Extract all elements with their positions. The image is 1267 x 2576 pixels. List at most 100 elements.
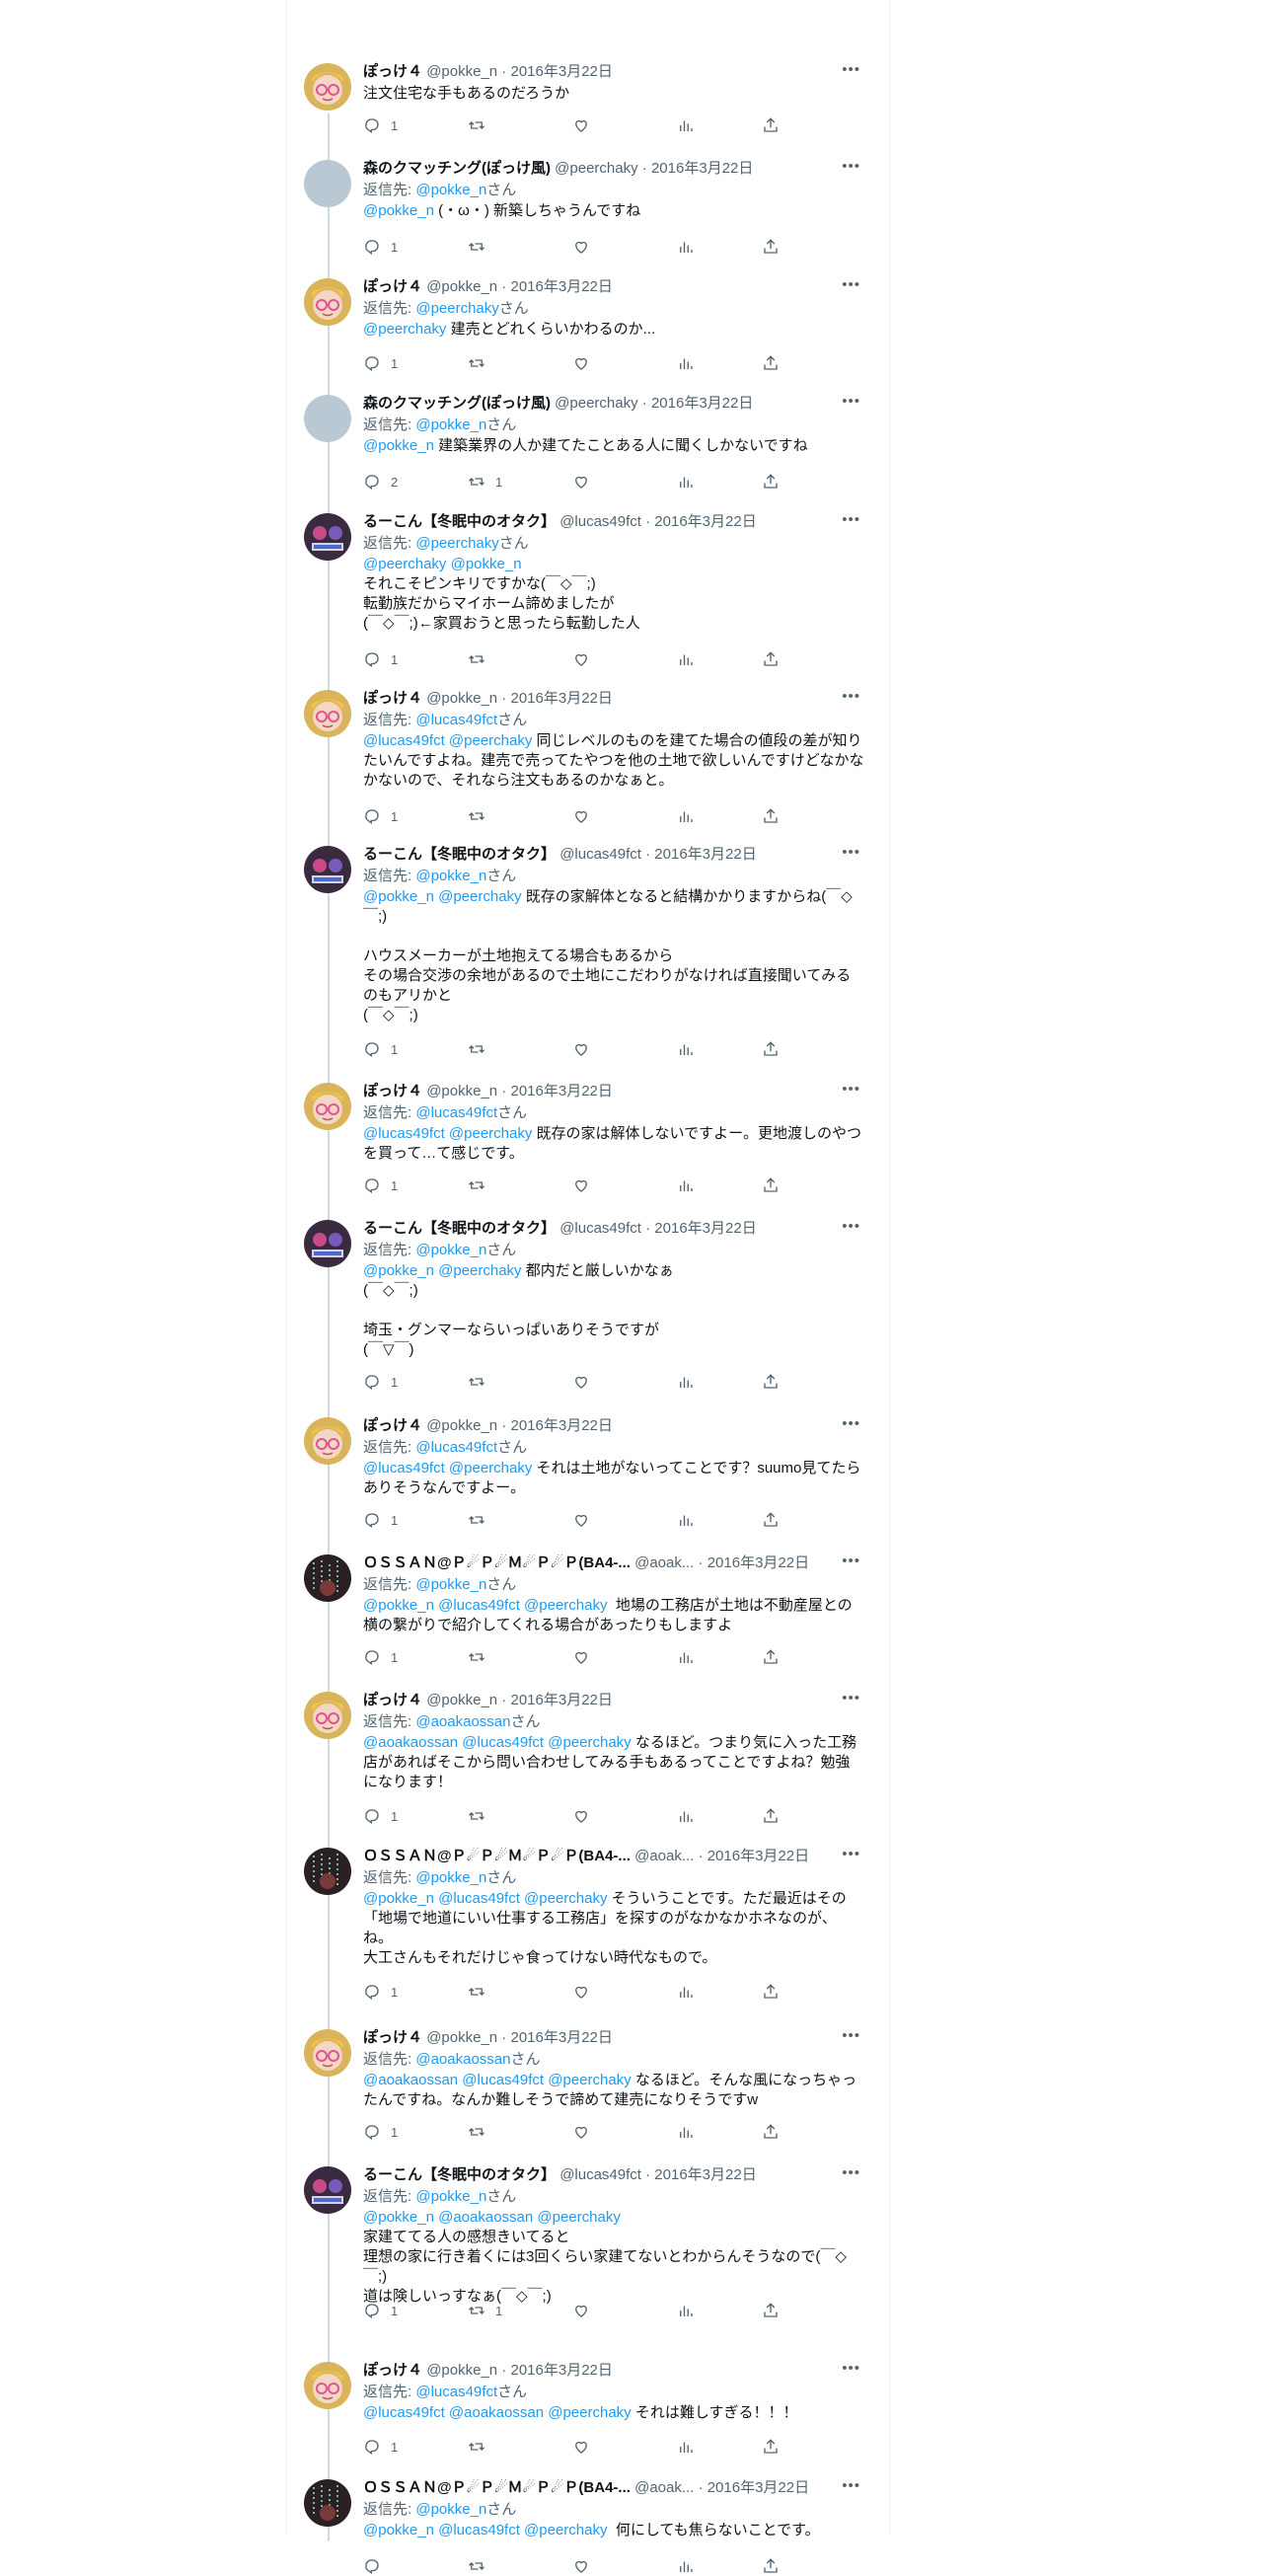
display-name[interactable]: 森のクマッチング(ぽっけ風) (363, 160, 551, 177)
like-button[interactable] (572, 1175, 600, 1195)
reply-to-user-link[interactable]: @lucas49fct (415, 2384, 497, 2400)
timestamp[interactable]: 2016年3月22日 (654, 2166, 756, 2183)
reply-to-user-link[interactable]: @aoakaossan (415, 1713, 510, 1730)
timestamp[interactable]: 2016年3月22日 (510, 1083, 612, 1099)
share-button[interactable] (762, 1806, 780, 1826)
mention-links[interactable]: @pokke_n (363, 202, 434, 219)
like-button[interactable] (572, 1372, 600, 1392)
reply-to-user-link[interactable]: @peerchaky (415, 535, 498, 552)
more-icon[interactable]: ••• (842, 2477, 860, 2494)
like-button[interactable] (572, 2437, 600, 2457)
more-icon[interactable]: ••• (842, 158, 860, 175)
more-icon[interactable]: ••• (842, 2164, 860, 2181)
more-icon[interactable]: ••• (842, 393, 860, 410)
views-button[interactable] (677, 1510, 695, 1530)
display-name[interactable]: ぽっけ４ (363, 1692, 422, 1708)
display-name[interactable]: ＯＳＳＡＮ@Ｐ☄Ｐ☄Ｍ☄Ｐ☄Ｐ(BA4-... (363, 1554, 631, 1571)
like-button[interactable] (572, 1982, 600, 2002)
timestamp[interactable]: 2016年3月22日 (654, 513, 756, 530)
timestamp[interactable]: 2016年3月22日 (651, 395, 753, 412)
mention-links[interactable]: @aoakaossan @lucas49fct @peerchaky (363, 1734, 632, 1751)
retweet-button[interactable] (468, 237, 495, 257)
display-name[interactable]: ＯＳＳＡＮ@Ｐ☄Ｐ☄Ｍ☄Ｐ☄Ｐ(BA4-... (363, 1848, 631, 1864)
like-button[interactable] (572, 115, 600, 135)
mention-links[interactable]: @lucas49fct @aoakaossan @peerchaky (363, 2404, 632, 2421)
views-button[interactable] (677, 1175, 695, 1195)
views-button[interactable] (677, 2122, 695, 2142)
reply-button[interactable]: 1 (363, 1982, 398, 2002)
reply-to-user-link[interactable]: @pokke_n (415, 417, 486, 433)
mention-links[interactable]: @lucas49fct @peerchaky (363, 732, 532, 749)
timestamp[interactable]: 2016年3月22日 (654, 846, 756, 863)
reply-to-user-link[interactable]: @pokke_n (415, 1576, 486, 1593)
retweet-button[interactable]: 1 (468, 472, 502, 492)
like-button[interactable] (572, 806, 600, 826)
display-name[interactable]: るーこん【冬眠中のオタク】 (363, 846, 556, 863)
avatar[interactable] (304, 2029, 351, 2077)
reply-button[interactable]: 1 (363, 649, 398, 669)
more-icon[interactable]: ••• (842, 844, 860, 861)
views-button[interactable] (677, 1372, 695, 1392)
mention-links[interactable]: @peerchaky (363, 321, 446, 338)
reply-to-user-link[interactable]: @pokke_n (415, 1242, 486, 1258)
reply-button[interactable] (363, 2556, 391, 2576)
avatar[interactable] (304, 1848, 351, 1895)
views-button[interactable] (677, 806, 695, 826)
share-button[interactable] (762, 2301, 780, 2320)
avatar[interactable] (304, 160, 351, 207)
retweet-button[interactable] (468, 1982, 495, 2002)
handle[interactable]: @pokke_n (426, 1417, 497, 1434)
reply-button[interactable]: 1 (363, 115, 398, 135)
more-icon[interactable]: ••• (842, 1690, 860, 1706)
like-button[interactable] (572, 2122, 600, 2142)
handle[interactable]: @aoak... (634, 1554, 694, 1571)
avatar[interactable] (304, 513, 351, 561)
timestamp[interactable]: 2016年3月22日 (510, 63, 612, 80)
handle[interactable]: @pokke_n (426, 2362, 497, 2379)
views-button[interactable] (677, 353, 695, 373)
like-button[interactable] (572, 1039, 600, 1059)
handle[interactable]: @pokke_n (426, 1083, 497, 1099)
avatar[interactable] (304, 1554, 351, 1602)
retweet-button[interactable] (468, 2122, 495, 2142)
like-button[interactable] (572, 472, 600, 492)
like-button[interactable] (572, 1510, 600, 1530)
handle[interactable]: @peerchaky (555, 160, 637, 177)
reply-button[interactable]: 1 (363, 353, 398, 373)
reply-button[interactable]: 1 (363, 1175, 398, 1195)
reply-button[interactable]: 1 (363, 2301, 398, 2320)
avatar[interactable] (304, 63, 351, 111)
mention-links[interactable]: @pokke_n @lucas49fct @peerchaky (363, 2522, 607, 2538)
retweet-button[interactable] (468, 115, 495, 135)
mention-links[interactable]: @pokke_n @peerchaky (363, 888, 522, 905)
reply-to-user-link[interactable]: @pokke_n (415, 2501, 486, 2518)
timestamp[interactable]: 2016年3月22日 (651, 160, 753, 177)
avatar[interactable] (304, 1417, 351, 1465)
retweet-button[interactable]: 1 (468, 2301, 502, 2320)
retweet-button[interactable] (468, 2437, 495, 2457)
reply-button[interactable]: 1 (363, 2437, 398, 2457)
handle[interactable]: @aoak... (634, 2479, 694, 2496)
mention-links[interactable]: @lucas49fct @peerchaky (363, 1460, 532, 1477)
avatar[interactable] (304, 1083, 351, 1130)
display-name[interactable]: 森のクマッチング(ぽっけ風) (363, 395, 551, 412)
views-button[interactable] (677, 1982, 695, 2002)
views-button[interactable] (677, 1039, 695, 1059)
timestamp[interactable]: 2016年3月22日 (510, 2362, 612, 2379)
handle[interactable]: @pokke_n (426, 1692, 497, 1708)
views-button[interactable] (677, 472, 695, 492)
display-name[interactable]: ぽっけ４ (363, 690, 422, 707)
share-button[interactable] (762, 1647, 780, 1667)
avatar[interactable] (304, 395, 351, 442)
more-icon[interactable]: ••• (842, 1218, 860, 1235)
handle[interactable]: @lucas49fct (559, 1220, 641, 1237)
share-button[interactable] (762, 472, 780, 492)
like-button[interactable] (572, 353, 600, 373)
views-button[interactable] (677, 237, 695, 257)
share-button[interactable] (762, 2122, 780, 2142)
reply-to-user-link[interactable]: @lucas49fct (415, 712, 497, 728)
handle[interactable]: @pokke_n (426, 63, 497, 80)
share-button[interactable] (762, 353, 780, 373)
timestamp[interactable]: 2016年3月22日 (510, 278, 612, 295)
reply-to-user-link[interactable]: @lucas49fct (415, 1104, 497, 1121)
